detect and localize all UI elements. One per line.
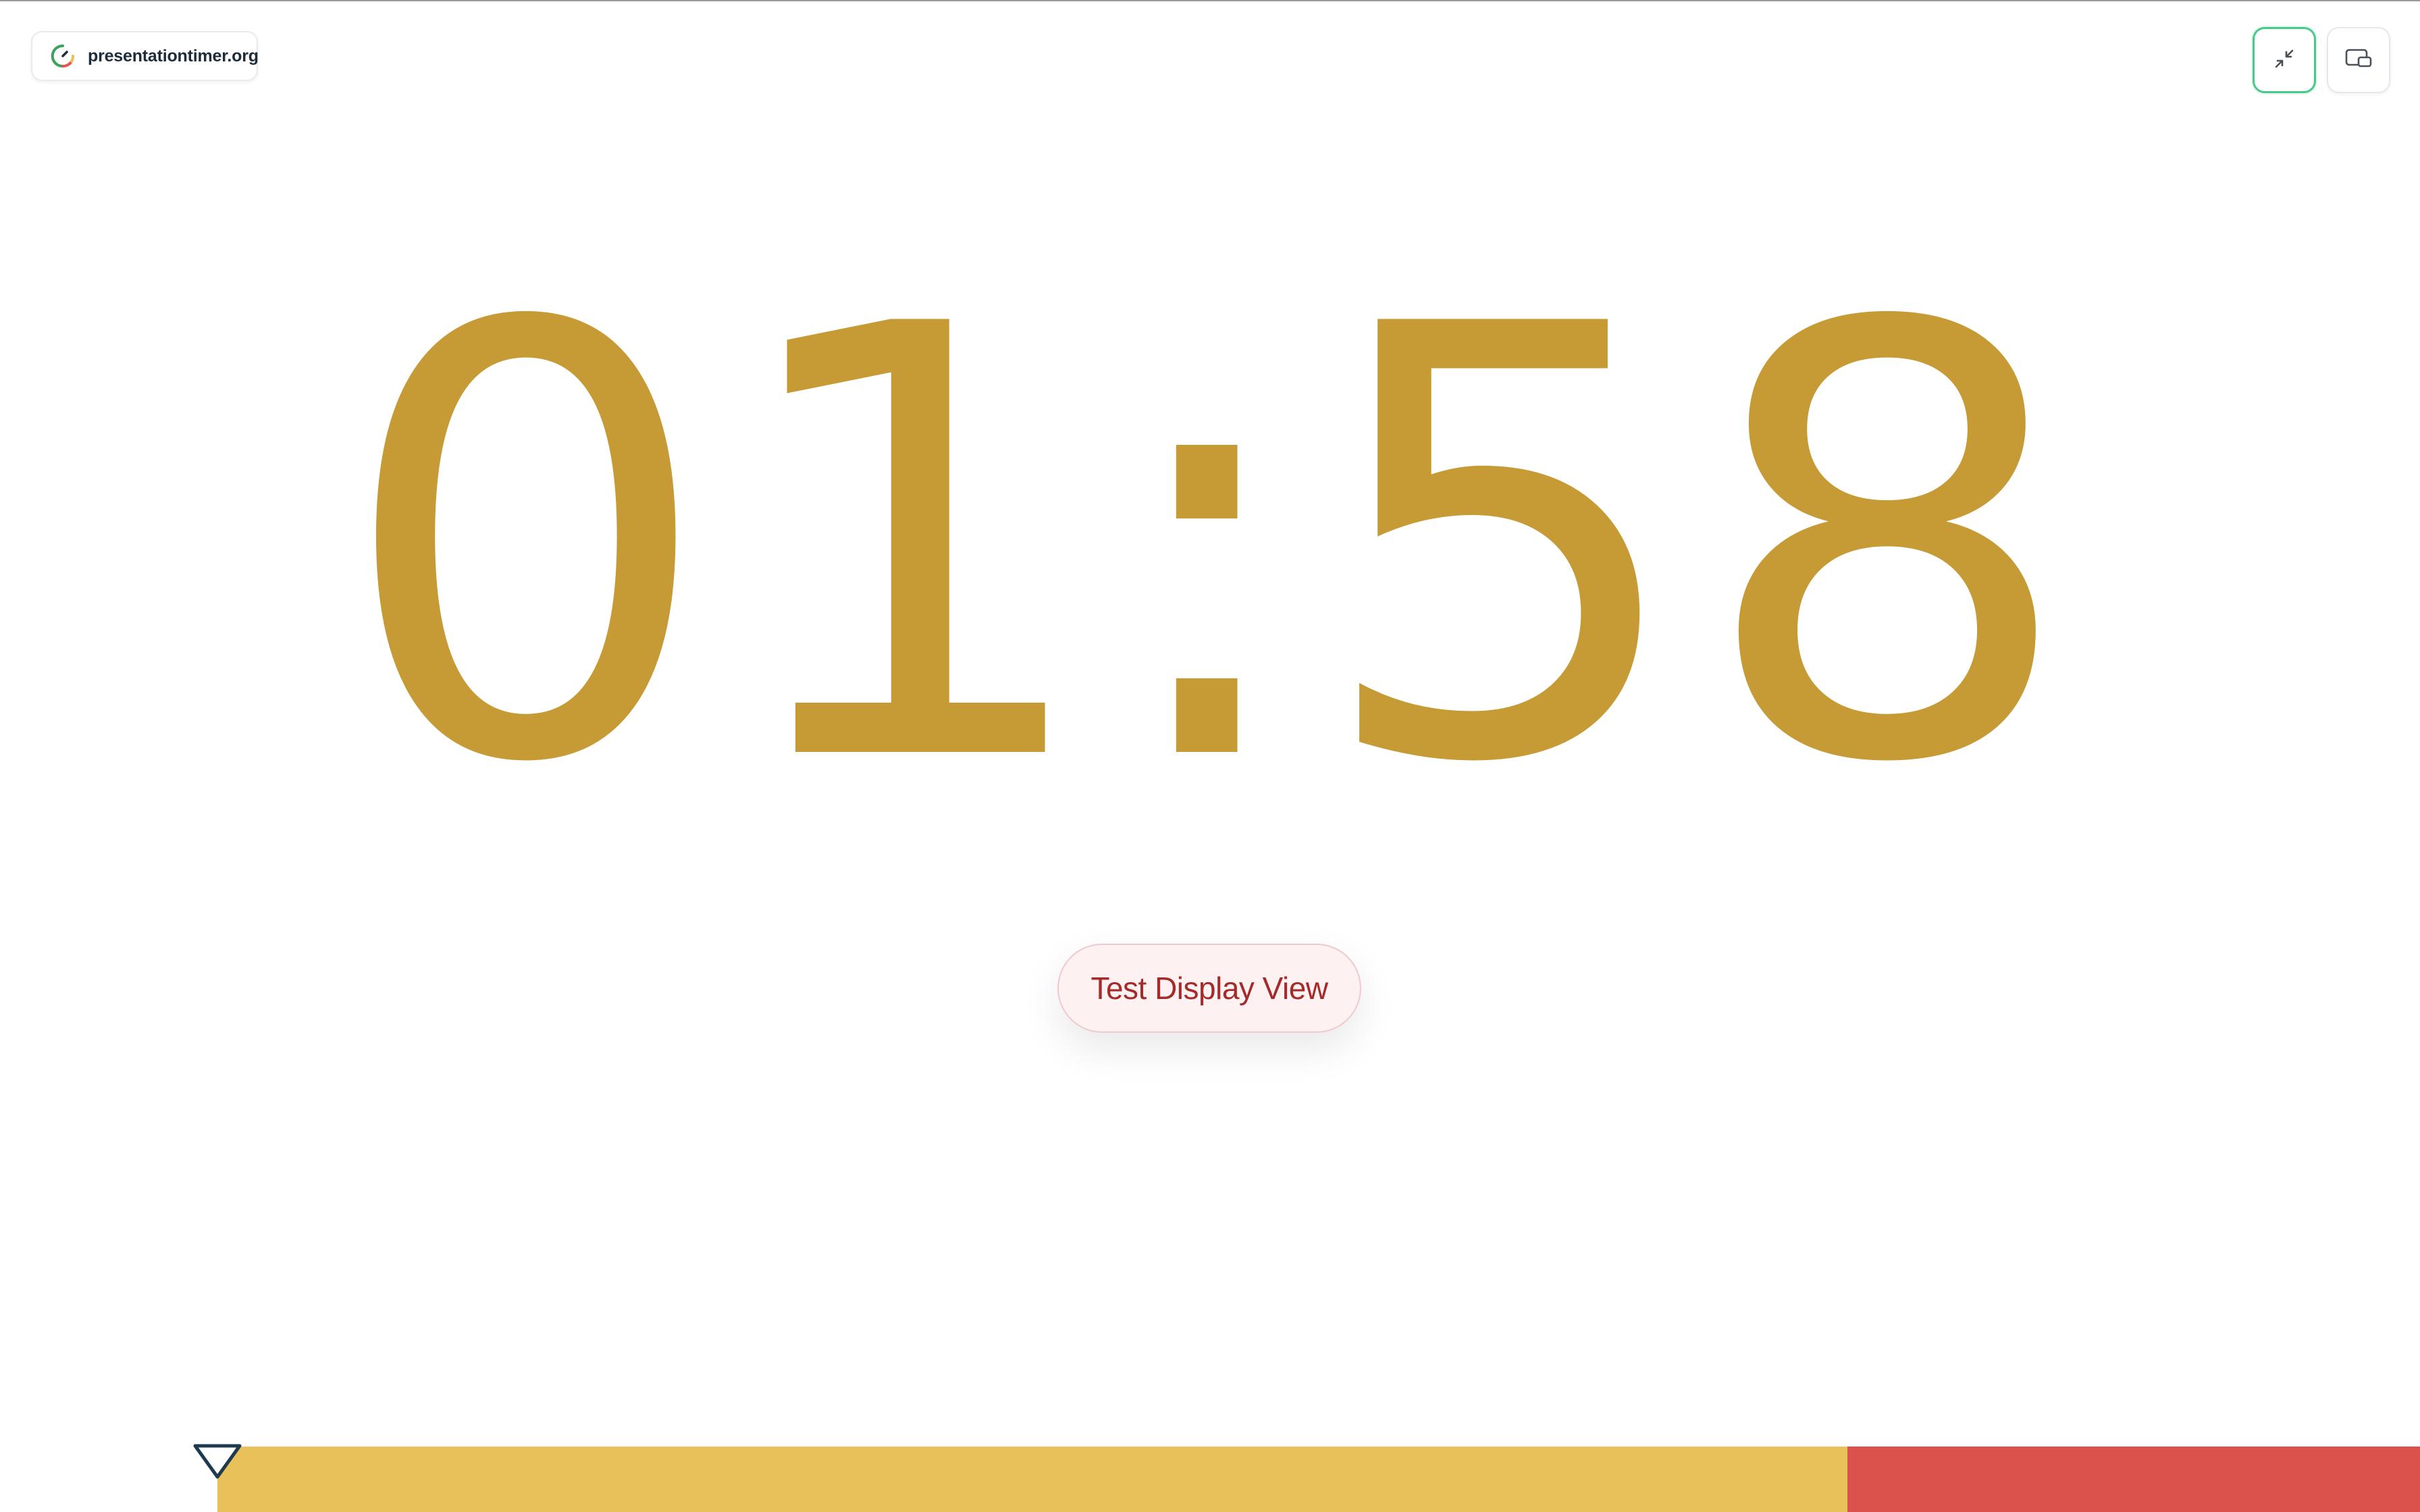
display-view-button[interactable] xyxy=(2327,27,2390,93)
top-divider xyxy=(0,0,2420,1)
countdown-display: 01:58 xyxy=(336,200,2083,892)
logo-text: presentationtimer.org xyxy=(88,46,259,65)
logo-badge[interactable]: presentationtimer.org xyxy=(31,31,259,81)
progress-warning-segment xyxy=(217,1447,1847,1512)
gauge-icon xyxy=(50,43,76,69)
minimize-button[interactable] xyxy=(2253,27,2316,93)
progress-overtime-segment xyxy=(1847,1447,2420,1512)
presentation-timer-page: presentationtimer.org 01:58 Test Display… xyxy=(0,0,2420,1512)
screen-display-icon xyxy=(2344,45,2373,76)
progress-bar xyxy=(217,1447,2420,1512)
test-display-view-button[interactable]: Test Display View xyxy=(1057,944,1361,1033)
triangle-down-icon[interactable] xyxy=(192,1443,243,1481)
minimize-arrows-icon xyxy=(2271,45,2298,76)
